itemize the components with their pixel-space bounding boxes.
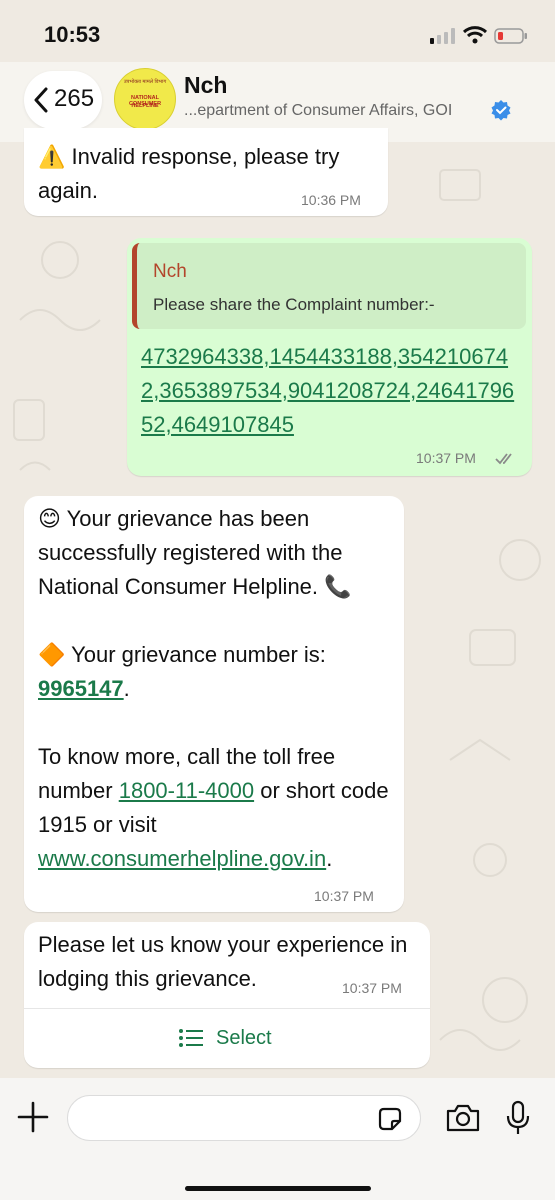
unread-count: 265 xyxy=(54,85,95,112)
message-time: 10:37 PM xyxy=(342,980,402,996)
message-time: 10:36 PM xyxy=(301,192,361,208)
message-input[interactable] xyxy=(67,1095,421,1141)
avatar[interactable]: उपभोक्ता मामले विभाग NATIONAL CONSUMER H… xyxy=(114,68,176,130)
message-outgoing-complaint-numbers: Nch Please share the Complaint number:- … xyxy=(127,238,532,476)
back-chevron-icon xyxy=(34,87,48,113)
message-incoming-grievance-registered: 😊 Your grievance has been successfully r… xyxy=(24,496,404,912)
message-text: 😊 Your grievance has been successfully r… xyxy=(38,502,393,876)
home-indicator xyxy=(185,1186,371,1191)
double-check-icon xyxy=(495,453,512,465)
quoted-text: Please share the Complaint number:- xyxy=(153,295,435,314)
complaint-numbers-link[interactable]: 4732964338,1454433188,3542106742,3653897… xyxy=(141,340,519,442)
avatar-logo-line2: HELPLINE xyxy=(131,103,159,109)
contact-name[interactable]: Nch xyxy=(184,72,227,99)
status-time: 10:53 xyxy=(44,22,101,47)
quoted-message[interactable]: Nch Please share the Complaint number:- xyxy=(132,243,526,329)
message-time: 10:37 PM xyxy=(416,450,476,466)
message-time: 10:37 PM xyxy=(314,888,374,904)
contact-subtitle[interactable]: ...epartment of Consumer Affairs, GOI xyxy=(184,102,452,120)
registration-text: 😊 Your grievance has been successfully r… xyxy=(38,506,352,599)
verified-badge-icon xyxy=(491,100,511,121)
grievance-line: 🔶 Your grievance number is: 9965147. xyxy=(38,638,393,706)
grievance-number-link[interactable]: 9965147 xyxy=(38,676,124,701)
quoted-sender: Nch xyxy=(153,261,187,282)
battery-icon xyxy=(494,28,527,44)
avatar-caption: उपभोक्ता मामले विभाग xyxy=(123,79,167,85)
toll-free-link[interactable]: 1800-11-4000 xyxy=(119,778,254,803)
select-label: Select xyxy=(216,1027,272,1049)
contact-info: To know more, call the toll free number … xyxy=(38,740,393,876)
list-icon xyxy=(179,1029,203,1047)
back-button[interactable]: 265 xyxy=(24,71,102,129)
microphone-icon[interactable] xyxy=(506,1100,530,1136)
signal-icon xyxy=(430,28,455,44)
status-bar: 10:53 xyxy=(0,0,555,62)
wifi-icon xyxy=(462,26,488,44)
divider xyxy=(24,1008,430,1009)
period: . xyxy=(123,676,130,701)
input-bar xyxy=(0,1078,555,1200)
website-link[interactable]: www.consumerhelpline.gov.in xyxy=(38,846,326,871)
sticker-icon[interactable] xyxy=(376,1105,404,1133)
message-incoming-invalid: ⚠️ Invalid response, please try again. 1… xyxy=(24,128,388,216)
camera-icon[interactable] xyxy=(445,1103,481,1133)
plus-icon[interactable] xyxy=(16,1100,50,1134)
grievance-label: 🔶 Your grievance number is: xyxy=(38,642,326,667)
message-incoming-feedback: Please let us know your experience in lo… xyxy=(24,922,430,1068)
select-button[interactable]: Select xyxy=(24,1010,430,1068)
period: . xyxy=(326,846,333,871)
